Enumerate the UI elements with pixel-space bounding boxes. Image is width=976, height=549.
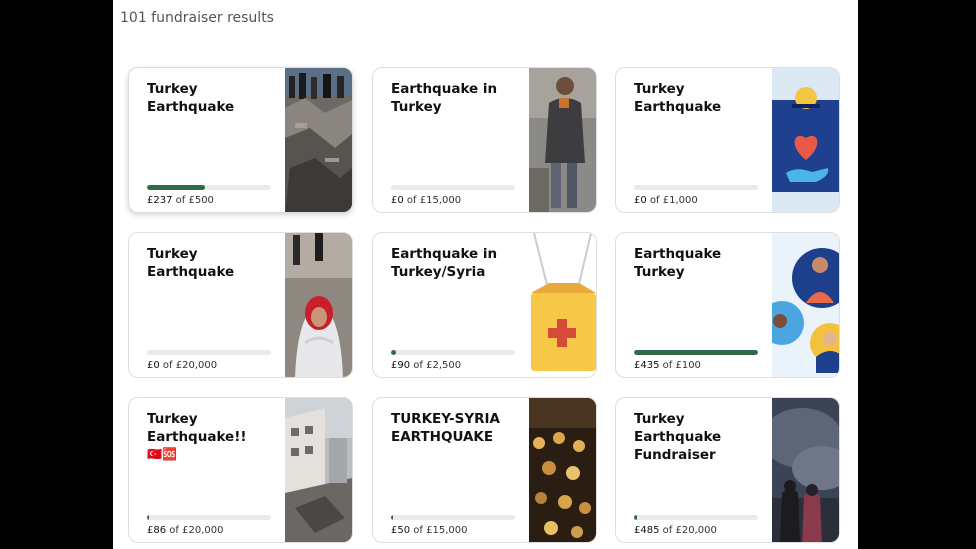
child-in-blanket-photo bbox=[285, 233, 352, 377]
card-title: Turkey Earthquake bbox=[147, 81, 235, 115]
night-rescue-photo bbox=[529, 398, 596, 542]
community-illustration bbox=[772, 233, 839, 377]
progress-bar bbox=[391, 185, 515, 190]
progress-fill bbox=[634, 350, 758, 355]
card-title: Turkey Earthquake bbox=[147, 246, 235, 280]
progress-fill bbox=[391, 515, 393, 520]
card-title: Earthquake in Turkey/Syria bbox=[391, 246, 498, 280]
fundraiser-card[interactable]: Earthquake in Turkey £0 of £15,000 bbox=[372, 67, 597, 213]
results-panel: 101 fundraiser results Turkey Earthquake… bbox=[113, 0, 858, 549]
progress-bar bbox=[147, 350, 271, 355]
progress-bar bbox=[391, 350, 515, 355]
fundraiser-card[interactable]: Turkey Earthquake £237 of £500 bbox=[128, 67, 353, 213]
progress-bar bbox=[634, 350, 758, 355]
rubble-crowd-photo bbox=[285, 68, 352, 212]
fundraiser-card[interactable]: Turkey Earthquake Fundraiser £485 of £20… bbox=[615, 397, 840, 543]
fundraiser-card[interactable]: Earthquake Turkey £435 of £100 bbox=[615, 232, 840, 378]
fundraiser-card[interactable]: Earthquake in Turkey/Syria £90 of £2,500 bbox=[372, 232, 597, 378]
progress-fill bbox=[147, 185, 206, 190]
progress-bar bbox=[391, 515, 515, 520]
amount-raised: £90 of £2,500 bbox=[391, 360, 462, 371]
progress-fill bbox=[391, 350, 396, 355]
collapsed-building-photo bbox=[285, 398, 352, 542]
fundraiser-card[interactable]: Turkey Earthquake £0 of £20,000 bbox=[128, 232, 353, 378]
fundraiser-card[interactable]: TURKEY-SYRIA EARTHQUAKE £50 of £15,000 bbox=[372, 397, 597, 543]
card-title-text: Turkey Earthquake!! bbox=[147, 411, 247, 445]
amount-raised: £0 of £15,000 bbox=[391, 195, 462, 206]
card-title: Earthquake Turkey bbox=[634, 246, 722, 280]
amount-raised: £86 of £20,000 bbox=[147, 525, 224, 536]
amount-raised: £50 of £15,000 bbox=[391, 525, 468, 536]
fundraiser-card[interactable]: Turkey Earthquake £0 of £1,000 bbox=[615, 67, 840, 213]
amount-raised: £0 of £1,000 bbox=[634, 195, 698, 206]
first-aid-kit-illustration bbox=[529, 233, 596, 377]
card-title: Turkey Earthquake!! 🇹🇷🆘 bbox=[147, 410, 277, 462]
amount-raised: £237 of £500 bbox=[147, 195, 214, 206]
man-in-rubble-photo bbox=[529, 68, 596, 212]
progress-fill bbox=[147, 515, 149, 520]
progress-bar bbox=[634, 515, 758, 520]
progress-fill bbox=[634, 515, 637, 520]
progress-bar bbox=[147, 185, 271, 190]
people-under-smoke-photo bbox=[772, 398, 839, 542]
card-title: Turkey Earthquake bbox=[634, 81, 722, 115]
progress-bar bbox=[147, 515, 271, 520]
donation-heart-illustration bbox=[772, 68, 839, 212]
amount-raised: £435 of £100 bbox=[634, 360, 701, 371]
fundraiser-card[interactable]: Turkey Earthquake!! 🇹🇷🆘 £86 of £20,000 bbox=[128, 397, 353, 543]
results-count: 101 fundraiser results bbox=[120, 10, 274, 26]
amount-raised: £485 of £20,000 bbox=[634, 525, 717, 536]
card-title: TURKEY-SYRIA EARTHQUAKE bbox=[391, 411, 501, 445]
card-title: Earthquake in Turkey bbox=[391, 81, 498, 115]
card-title: Turkey Earthquake Fundraiser bbox=[634, 411, 722, 463]
flag-sos-emoji: 🇹🇷🆘 bbox=[147, 447, 177, 461]
amount-raised: £0 of £20,000 bbox=[147, 360, 218, 371]
progress-bar bbox=[634, 185, 758, 190]
